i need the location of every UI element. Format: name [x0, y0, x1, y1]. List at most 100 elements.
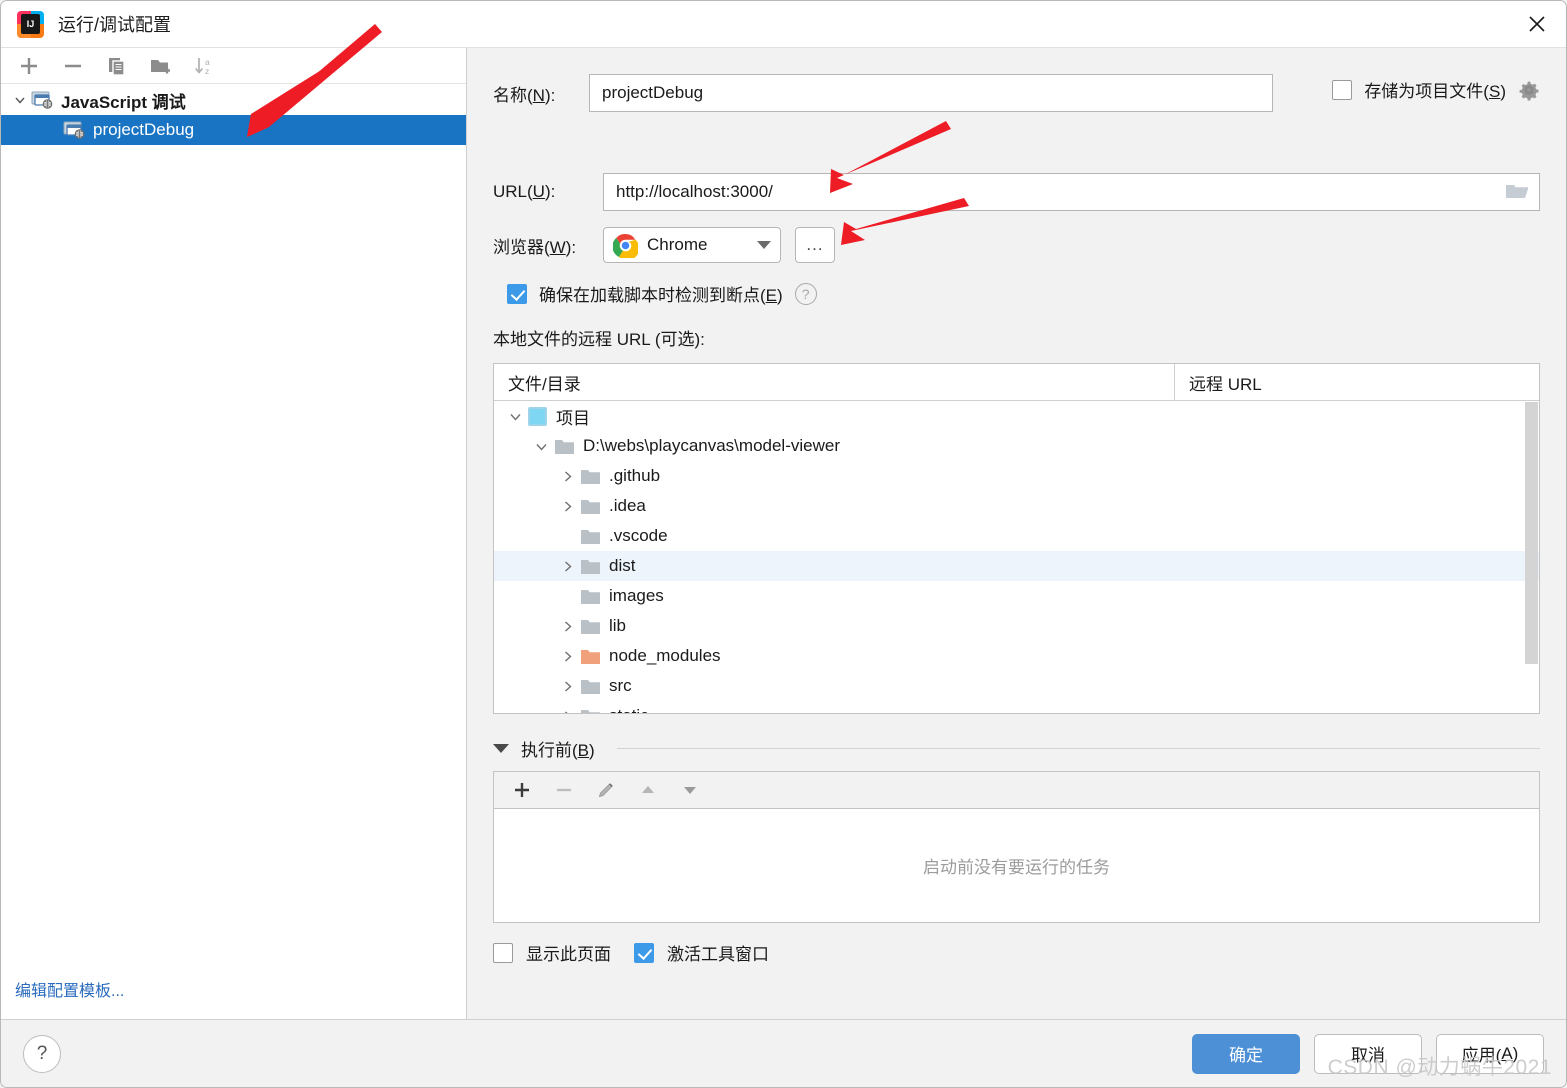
- remote-url-section-label: 本地文件的远程 URL (可选):: [493, 330, 705, 349]
- url-input-wrapper[interactable]: http://localhost:3000/: [603, 173, 1540, 211]
- minus-icon: [557, 788, 571, 792]
- table-row-label: static: [609, 706, 649, 713]
- table-row[interactable]: static: [494, 701, 1539, 713]
- move-task-down-button: [670, 775, 710, 805]
- javascript-debug-icon: [31, 91, 54, 109]
- tree-item-label: projectDebug: [93, 120, 195, 139]
- column-header-remote-url[interactable]: 远程 URL: [1175, 364, 1539, 400]
- tree-group-javascript-debug[interactable]: JavaScript 调试: [1, 85, 466, 115]
- remove-configuration-button[interactable]: [53, 51, 93, 81]
- sort-configurations-button[interactable]: a z: [185, 51, 225, 81]
- tree-item-projectdebug[interactable]: projectDebug: [1, 115, 466, 145]
- folder-icon: [580, 528, 601, 545]
- table-row-label: .vscode: [609, 526, 668, 545]
- url-label: URL(U):: [493, 182, 556, 201]
- chevron-down-icon[interactable]: [757, 241, 771, 249]
- close-button[interactable]: [1508, 1, 1566, 47]
- run-debug-configurations-dialog: IJ 运行/调试配置 a z JavaScript 调试 projectDebu…: [0, 0, 1567, 1088]
- store-as-project-file-checkbox[interactable]: [1332, 79, 1353, 100]
- table-scrollbar[interactable]: [1525, 402, 1538, 664]
- before-launch-empty-text: 启动前没有要运行的任务: [493, 808, 1540, 923]
- column-header-file-directory[interactable]: 文件/目录: [494, 364, 1175, 400]
- chevron-right-icon[interactable]: [554, 709, 580, 713]
- chevron-down-icon[interactable]: [528, 439, 554, 454]
- edit-task-button: [586, 775, 626, 805]
- ensure-breakpoints-checkbox[interactable]: [507, 283, 527, 304]
- table-row-label: node_modules: [609, 646, 721, 665]
- browser-row: 浏览器(W): Chrome ...: [493, 227, 1540, 263]
- folder-icon: [580, 558, 601, 575]
- browse-url-button[interactable]: [1503, 181, 1531, 203]
- arrow-down-icon: [684, 787, 696, 794]
- browser-select-value: Chrome: [647, 235, 708, 254]
- chevron-down-icon[interactable]: [9, 89, 31, 111]
- table-row-label: images: [609, 586, 664, 605]
- table-row[interactable]: node_modules: [494, 641, 1539, 671]
- chevron-right-icon[interactable]: [554, 559, 580, 574]
- table-row[interactable]: dist: [494, 551, 1539, 581]
- folder-open-icon: [1506, 185, 1528, 198]
- remove-task-button: [544, 775, 584, 805]
- help-button[interactable]: ?: [23, 1034, 61, 1073]
- folder-add-icon: [151, 59, 170, 73]
- table-row[interactable]: .vscode: [494, 521, 1539, 551]
- new-folder-button[interactable]: [141, 51, 181, 81]
- table-row[interactable]: .github: [494, 461, 1539, 491]
- folder-icon: [580, 468, 601, 485]
- chevron-down-icon[interactable]: [502, 409, 528, 424]
- table-row[interactable]: D:\webs\playcanvas\model-viewer: [494, 431, 1539, 461]
- table-row[interactable]: images: [494, 581, 1539, 611]
- table-row-label: dist: [609, 556, 636, 575]
- table-row-label: 项目: [556, 408, 590, 428]
- title-bar: IJ 运行/调试配置: [1, 1, 1566, 48]
- ok-button[interactable]: 确定: [1192, 1033, 1300, 1074]
- show-this-page-label[interactable]: 显示此页面: [526, 940, 611, 965]
- gear-icon[interactable]: [1518, 79, 1540, 101]
- table-scrollbar-thumb[interactable]: [1525, 402, 1538, 664]
- minus-icon: [65, 64, 81, 67]
- chevron-right-icon[interactable]: [554, 649, 580, 664]
- triangle-down-icon[interactable]: [493, 744, 509, 753]
- table-row[interactable]: lib: [494, 611, 1539, 641]
- tree-group-label: JavaScript 调试: [61, 92, 186, 112]
- copy-configuration-button[interactable]: [97, 51, 137, 81]
- sort-alpha-icon: a z: [194, 57, 210, 76]
- folder-icon: [580, 498, 601, 515]
- name-input[interactable]: projectDebug: [589, 74, 1273, 112]
- table-row-label: src: [609, 676, 632, 695]
- table-row-label: D:\webs\playcanvas\model-viewer: [583, 436, 840, 455]
- configurations-toolbar: a z: [1, 48, 466, 84]
- url-input-value: http://localhost:3000/: [616, 182, 773, 201]
- question-mark-icon[interactable]: ?: [794, 282, 817, 305]
- add-task-button[interactable]: [502, 775, 542, 805]
- browser-settings-button[interactable]: ...: [795, 227, 835, 263]
- browser-select[interactable]: Chrome: [603, 227, 781, 263]
- table-row[interactable]: 项目: [494, 401, 1539, 431]
- close-icon: [1529, 16, 1545, 32]
- copy-icon: [109, 57, 125, 76]
- activate-tool-window-label[interactable]: 激活工具窗口: [667, 940, 769, 965]
- show-this-page-checkbox[interactable]: [493, 942, 513, 963]
- project-icon: [528, 406, 547, 426]
- add-configuration-button[interactable]: [9, 51, 49, 81]
- configurations-tree: JavaScript 调试 projectDebug: [1, 84, 466, 1019]
- chevron-right-icon[interactable]: [554, 469, 580, 484]
- before-launch-header: 执行前(B): [493, 736, 1540, 761]
- javascript-debug-icon: [63, 121, 86, 139]
- before-launch-options: 显示此页面 激活工具窗口: [493, 940, 1540, 965]
- edit-configuration-templates-link[interactable]: 编辑配置模板...: [15, 977, 124, 1001]
- chevron-right-icon[interactable]: [554, 619, 580, 634]
- chevron-right-icon[interactable]: [554, 499, 580, 514]
- dialog-content: a z JavaScript 调试 projectDebug 编辑配置模板...…: [1, 48, 1566, 1019]
- pencil-icon: [598, 783, 613, 798]
- activate-tool-window-checkbox[interactable]: [634, 942, 654, 963]
- folder-icon: [580, 678, 601, 695]
- plus-icon: [21, 57, 37, 74]
- name-label: 名称(N):: [493, 85, 556, 105]
- configuration-form: 名称(N): projectDebug 存储为项目文件(S) URL(U): h…: [467, 48, 1566, 1019]
- arrow-up-icon: [642, 786, 654, 793]
- table-row[interactable]: src: [494, 671, 1539, 701]
- table-row[interactable]: .idea: [494, 491, 1539, 521]
- ensure-breakpoints-row: 确保在加载脚本时检测到断点(E) ?: [493, 281, 1540, 306]
- chevron-right-icon[interactable]: [554, 679, 580, 694]
